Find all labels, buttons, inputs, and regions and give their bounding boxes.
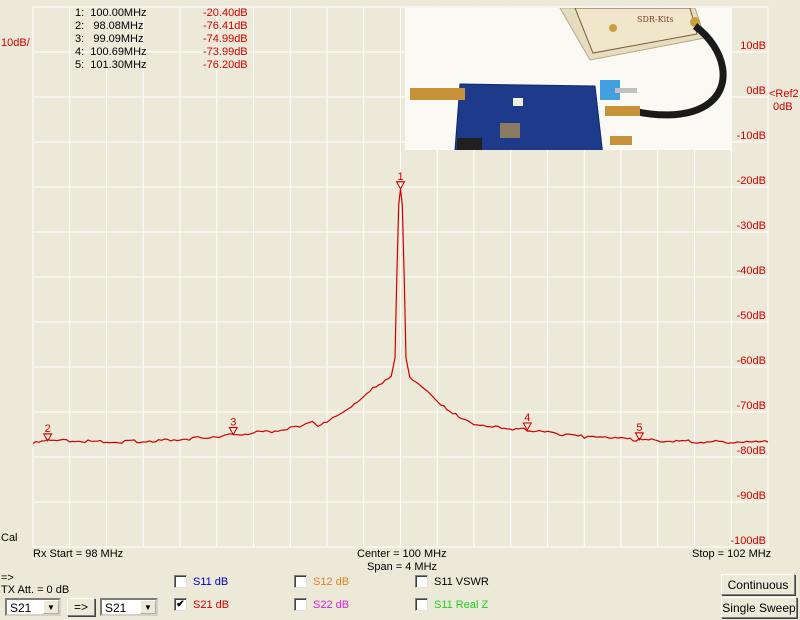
single-sweep-button[interactable]: Single Sweep xyxy=(721,597,797,618)
marker-row-1: 1: 100.00MHz -20.40dB xyxy=(75,7,248,20)
ref-value-label: 0dB xyxy=(773,101,793,113)
checkbox-label: S22 dB xyxy=(313,598,350,611)
cal-label: Cal xyxy=(1,532,18,544)
source-param-select[interactable]: S21 ▼ xyxy=(5,598,61,616)
checkbox-label: S11 dB xyxy=(193,575,229,588)
marker-1-label: 1 xyxy=(397,171,403,183)
y-tick-label: -40dB xyxy=(737,265,766,277)
checkbox-label: S12 dB xyxy=(313,575,350,588)
checkbox-s21-db[interactable]: ✔ S21 dB xyxy=(174,598,229,611)
y-tick-label: -30dB xyxy=(737,220,766,232)
checkbox-unchecked[interactable] xyxy=(294,598,307,611)
transfer-button[interactable]: => xyxy=(67,598,95,616)
rx-start-label: Rx Start = 98 MHz xyxy=(33,548,124,560)
direction-arrow-label: => xyxy=(1,572,14,584)
marker-2-label: 2 xyxy=(45,423,51,435)
marker-value: -76.20dB xyxy=(203,59,248,71)
checkbox-unchecked[interactable] xyxy=(415,575,428,588)
y-tick-label: -80dB xyxy=(737,445,766,457)
y-tick-label: -70dB xyxy=(737,400,766,412)
checkbox-checked[interactable]: ✔ xyxy=(174,598,187,611)
marker-3-label: 3 xyxy=(230,416,236,428)
checkbox-s11-db[interactable]: S11 dB xyxy=(174,575,228,588)
ref-label: <Ref2 xyxy=(769,88,799,100)
marker-freq: 3: 99.09MHz xyxy=(75,33,144,45)
marker-freq: 1: 100.00MHz xyxy=(75,7,147,19)
marker-5-label: 5 xyxy=(636,422,642,434)
marker-row-4: 4: 100.69MHz -73.99dB xyxy=(75,46,248,59)
marker-value: -20.40dB xyxy=(203,7,248,19)
checkbox-label: S11 VSWR xyxy=(434,575,489,588)
checkbox-unchecked[interactable] xyxy=(174,575,187,588)
target-param-select[interactable]: S21 ▼ xyxy=(100,598,158,616)
y-tick-labels: 10dB 0dB -10dB -20dB -30dB -40dB -50dB -60dB -70… xyxy=(731,40,766,547)
marker-freq: 4: 100.69MHz xyxy=(75,46,147,58)
center-label: Center = 100 MHz xyxy=(357,548,447,560)
y-tick-label: -20dB xyxy=(737,175,766,187)
markers-group: 1 2 3 4 5 xyxy=(42,171,645,442)
y-tick-label: -60dB xyxy=(737,355,766,367)
checkbox-s22-db[interactable]: S22 dB xyxy=(294,598,349,611)
checkbox-unchecked[interactable] xyxy=(415,598,428,611)
stop-label: Stop = 102 MHz xyxy=(692,548,772,560)
marker-row-2: 2: 98.08MHz -76.41dB xyxy=(75,20,248,33)
device-label: SDR-Kits xyxy=(637,15,673,24)
y-tick-label: -100dB xyxy=(731,535,766,547)
marker-4-label: 4 xyxy=(524,412,530,424)
checkbox-s11-vswr[interactable]: S11 VSWR xyxy=(415,575,489,588)
chevron-down-icon[interactable]: ▼ xyxy=(43,600,59,614)
marker-value: -74.99dB xyxy=(203,33,248,45)
y-tick-label: 0dB xyxy=(746,85,766,97)
marker-table: 1: 100.00MHz -20.40dB 2: 98.08MHz -76.41dB… xyxy=(75,7,248,72)
marker-freq: 5: 101.30MHz xyxy=(75,59,147,71)
span-label: Span = 4 MHz xyxy=(367,561,438,573)
marker-value: -73.99dB xyxy=(203,46,248,58)
scale-label: 10dB/ xyxy=(1,37,30,49)
continuous-button[interactable]: Continuous xyxy=(721,574,795,595)
device-photo-image: SDR-Kits xyxy=(405,8,731,150)
chevron-down-icon[interactable]: ▼ xyxy=(140,600,156,614)
target-param-value: S21 xyxy=(105,601,127,615)
marker-row-3: 3: 99.09MHz -74.99dB xyxy=(75,33,248,46)
marker-freq: 2: 98.08MHz xyxy=(75,20,144,32)
y-tick-label: -10dB xyxy=(737,130,766,142)
checkbox-label: S11 Real Z xyxy=(434,598,489,611)
checkbox-s12-db[interactable]: S12 dB xyxy=(294,575,349,588)
marker-row-5: 5: 101.30MHz -76.20dB xyxy=(75,59,248,72)
device-photo: SDR-Kits xyxy=(405,8,731,150)
source-param-value: S21 xyxy=(10,601,32,615)
y-tick-label: 10dB xyxy=(740,40,766,52)
y-tick-label: -90dB xyxy=(737,490,766,502)
tx-att-label: TX Att. = 0 dB xyxy=(1,584,70,596)
checkbox-unchecked[interactable] xyxy=(294,575,307,588)
checkbox-label: S21 dB xyxy=(193,598,230,611)
marker-value: -76.41dB xyxy=(203,20,248,32)
checkbox-s11-real-z[interactable]: S11 Real Z xyxy=(415,598,488,611)
y-tick-label: -50dB xyxy=(737,310,766,322)
